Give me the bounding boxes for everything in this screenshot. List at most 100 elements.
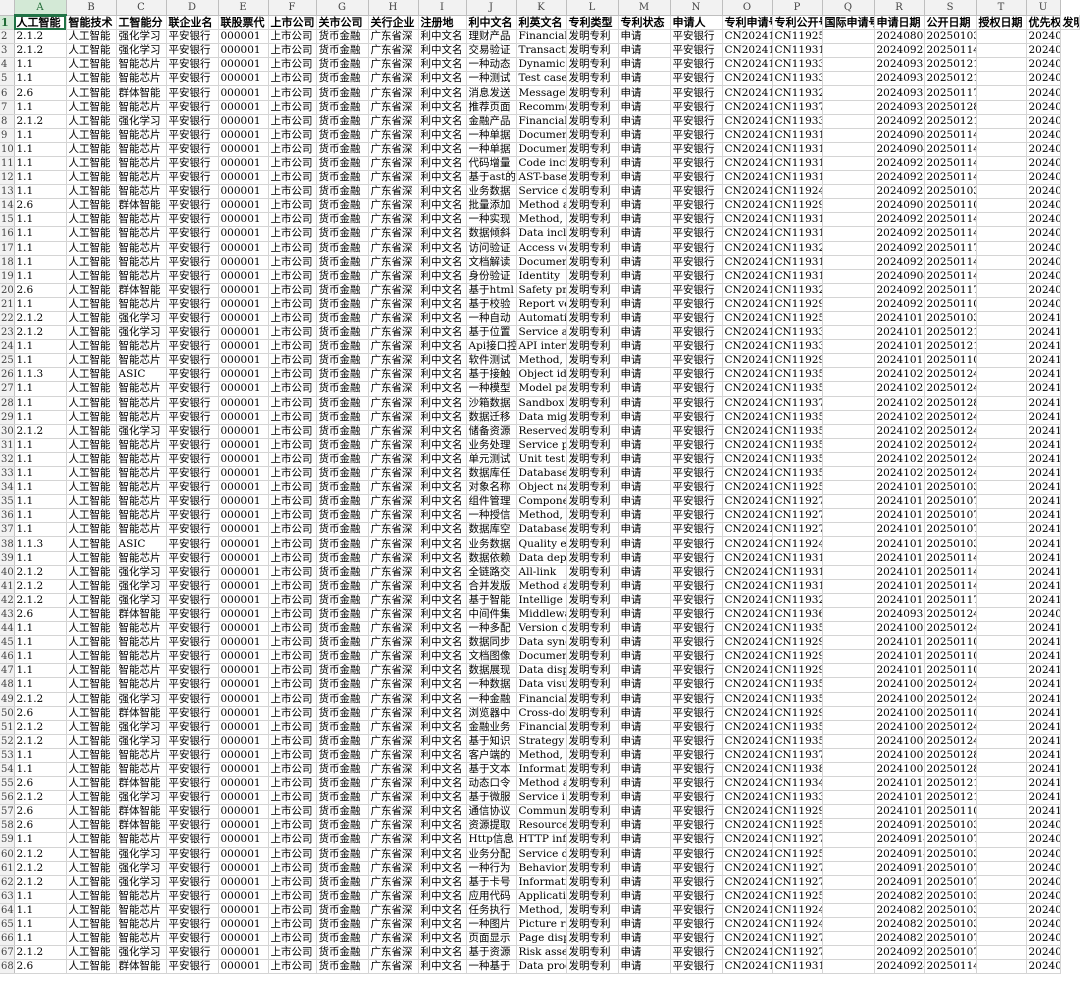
cell[interactable]: 1.1 [14,226,67,242]
header-cell[interactable]: 人工智能 [14,15,67,31]
cell[interactable]: Service i [516,790,567,806]
header-cell[interactable]: 联企业名 [166,15,219,31]
row-number[interactable]: 56 [0,790,15,806]
cell[interactable]: 20241028 [1026,438,1061,453]
cell[interactable] [822,480,875,496]
cell[interactable]: 申请 [618,593,671,608]
cell[interactable]: 上市公司 [268,692,317,707]
cell[interactable]: 平安银行 [670,381,723,397]
cell[interactable]: 申请 [618,762,671,778]
cell[interactable] [822,508,875,524]
cell[interactable]: 000001 [218,198,269,214]
cell[interactable]: 20250107 [924,508,977,524]
cell[interactable]: 上市公司 [268,367,317,383]
cell[interactable]: 利中文名 [418,790,467,806]
cell[interactable]: Picture r [516,917,567,933]
cell[interactable]: 利中文名 [418,522,467,538]
cell[interactable]: 20240919 [1026,875,1061,890]
cell[interactable]: 20240929 [874,226,925,242]
cell[interactable]: 2.6 [14,283,67,298]
cell[interactable]: 人工智能 [66,804,117,820]
cell[interactable]: 20241028 [1026,410,1061,425]
cell[interactable]: 申请 [618,410,671,425]
cell[interactable]: 000001 [218,565,269,580]
row-number[interactable]: 1 [0,15,15,31]
cell[interactable]: 20240924 [874,959,925,975]
cell[interactable]: 广东省深 [368,508,419,524]
cell[interactable]: 申请 [618,212,671,228]
cell[interactable]: 1.1.3 [14,367,67,383]
cell[interactable] [822,424,875,439]
cell[interactable]: 20240904 [1026,128,1061,143]
cell[interactable]: Financial [516,720,567,735]
cell[interactable] [976,29,1027,45]
cell[interactable]: 000001 [218,959,269,975]
cell[interactable]: 发明专利 [566,734,619,749]
cell[interactable]: 人工智能 [66,677,117,693]
cell[interactable] [976,353,1027,369]
cell[interactable]: 20250110 [924,804,977,820]
cell[interactable]: Api接口控 [466,339,517,355]
cell[interactable]: 基于微服 [466,790,517,806]
cell[interactable]: CN2024114 [722,692,773,707]
cell[interactable]: 20241012 [1026,565,1061,580]
cell[interactable]: 申请 [618,945,671,961]
cell[interactable]: 2.6 [14,607,67,623]
cell[interactable]: 利中文名 [418,128,467,143]
cell[interactable]: 申请 [618,832,671,848]
cell[interactable]: 平安银行 [166,128,219,143]
cell[interactable]: 申请 [618,508,671,524]
cell[interactable]: 利中文名 [418,551,467,566]
cell[interactable]: 利中文名 [418,396,467,411]
cell[interactable]: 1.1 [14,353,67,369]
cell[interactable]: 发明专利 [566,945,619,961]
cell[interactable]: 货币金融 [316,621,369,637]
cell[interactable]: 货币金融 [316,762,369,778]
cell[interactable]: 20241009 [1026,748,1061,763]
cell[interactable]: 申请 [618,917,671,933]
cell[interactable]: 交易验证 [466,43,517,59]
cell[interactable]: 申请 [618,480,671,496]
cell[interactable]: 平安银行 [670,283,723,298]
cell[interactable]: CN2024111 [722,931,773,947]
cell[interactable] [976,818,1027,834]
cell[interactable]: 平安银行 [166,607,219,623]
cell[interactable]: 000001 [218,903,269,919]
cell[interactable]: 平安银行 [670,621,723,637]
cell[interactable]: 批量添加 [466,198,517,214]
cell[interactable] [976,226,1027,242]
cell[interactable]: CN119377468A [772,748,823,763]
cell[interactable]: 平安银行 [670,522,723,538]
cell[interactable]: 利中文名 [418,579,467,594]
cell[interactable]: 广东省深 [368,128,419,143]
cell[interactable] [822,804,875,820]
cell[interactable]: Method an [516,198,567,214]
cell[interactable]: 对象名称 [466,480,517,496]
cell[interactable]: 平安银行 [166,536,219,552]
cell[interactable]: CN2024114 [722,734,773,749]
cell[interactable]: 推荐页面 [466,100,517,115]
cell[interactable]: 强化学习 [116,114,167,129]
cell[interactable]: 000001 [218,29,269,45]
cell[interactable]: 20241028 [874,452,925,468]
cell[interactable]: 利中文名 [418,776,467,792]
cell[interactable]: 发明专利 [566,43,619,59]
row-number[interactable]: 54 [0,762,15,778]
cell[interactable]: 20241012 [874,579,925,594]
cell[interactable]: 货币金融 [316,85,369,101]
cell[interactable]: CN2024114 [722,311,773,327]
cell[interactable]: Strategy [516,734,567,749]
cell[interactable]: 发明专利 [566,226,619,242]
cell[interactable]: 人工智能 [66,57,117,73]
cell[interactable]: 群体智能 [116,959,167,975]
cell[interactable]: 上市公司 [268,945,317,961]
cell[interactable]: Data disp [516,663,567,679]
column-header[interactable]: C [116,0,167,16]
cell[interactable]: CN119296124A [772,649,823,665]
cell[interactable]: 一种模型 [466,381,517,397]
cell[interactable]: 20241011 [1026,522,1061,538]
header-cell[interactable]: 利中文名 [466,15,517,31]
cell[interactable]: CN119272747A [772,508,823,524]
cell[interactable]: 人工智能 [66,311,117,327]
cell[interactable]: 智能芯片 [116,241,167,256]
